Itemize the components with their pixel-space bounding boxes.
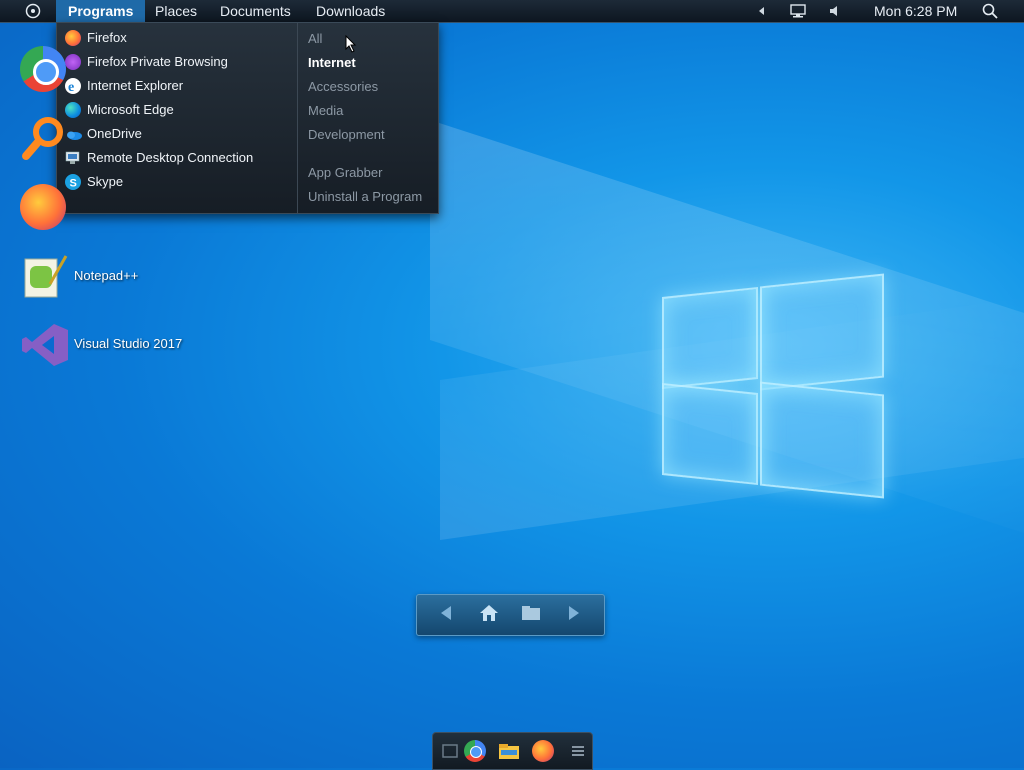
search-icon[interactable] bbox=[982, 3, 998, 19]
firefox-icon bbox=[20, 184, 66, 230]
search-app-icon bbox=[20, 114, 68, 167]
desktop-icon-search-app[interactable] bbox=[20, 114, 68, 167]
category-media[interactable]: Media bbox=[308, 101, 343, 121]
places-menu[interactable]: Places bbox=[155, 0, 197, 22]
system-menu-icon[interactable] bbox=[25, 3, 41, 19]
svg-text:S: S bbox=[70, 178, 77, 190]
forward-icon[interactable] bbox=[561, 603, 585, 627]
desktop-icon-visual-studio[interactable]: Visual Studio 2017 bbox=[22, 322, 182, 373]
firefox-private-icon bbox=[65, 54, 81, 70]
desktop-icon-notepadpp[interactable]: Notepad++ bbox=[22, 254, 138, 305]
programs-menu[interactable]: Programs bbox=[56, 0, 146, 22]
back-icon[interactable] bbox=[435, 603, 459, 627]
file-explorer-icon[interactable] bbox=[498, 740, 520, 762]
app-grabber-link[interactable]: App Grabber bbox=[308, 163, 382, 183]
top-menu-bar: Programs Places Documents Downloads Mon … bbox=[0, 0, 1024, 23]
desktop-icon[interactable] bbox=[439, 740, 461, 762]
tray-collapse-icon[interactable] bbox=[754, 3, 770, 19]
downloads-menu[interactable]: Downloads bbox=[316, 0, 385, 22]
home-icon[interactable] bbox=[477, 603, 501, 627]
folder-icon[interactable] bbox=[519, 603, 543, 627]
uninstall-program-link[interactable]: Uninstall a Program bbox=[308, 187, 422, 207]
svg-text:e: e bbox=[68, 80, 74, 94]
category-all[interactable]: All bbox=[308, 29, 322, 49]
category-development[interactable]: Development bbox=[308, 125, 385, 145]
chrome-icon bbox=[20, 46, 66, 92]
volume-icon[interactable] bbox=[827, 3, 843, 19]
notepadpp-icon bbox=[22, 254, 68, 305]
visual-studio-icon bbox=[22, 322, 68, 373]
skype-icon: S bbox=[65, 174, 81, 190]
documents-menu[interactable]: Documents bbox=[220, 0, 291, 22]
windows-logo bbox=[660, 270, 885, 499]
taskbar-dock bbox=[432, 732, 593, 770]
mouse-cursor-icon bbox=[345, 34, 357, 58]
navigation-dock bbox=[416, 594, 605, 636]
desktop-icon-firefox[interactable] bbox=[20, 184, 66, 230]
menu-icon[interactable] bbox=[567, 740, 589, 762]
program-list: Firefox Firefox Private Browsing e Inter… bbox=[57, 23, 297, 213]
internet-explorer-icon: e bbox=[65, 78, 81, 95]
firefox-icon[interactable] bbox=[532, 740, 554, 762]
chrome-icon[interactable] bbox=[464, 740, 486, 762]
menu-divider bbox=[297, 23, 298, 213]
category-accessories[interactable]: Accessories bbox=[308, 77, 378, 97]
desktop-icon-chrome[interactable] bbox=[20, 46, 66, 92]
firefox-icon bbox=[65, 30, 81, 46]
clock[interactable]: Mon 6:28 PM bbox=[874, 0, 957, 22]
network-icon[interactable] bbox=[789, 3, 806, 19]
programs-dropdown-menu: Firefox Firefox Private Browsing e Inter… bbox=[56, 22, 439, 214]
